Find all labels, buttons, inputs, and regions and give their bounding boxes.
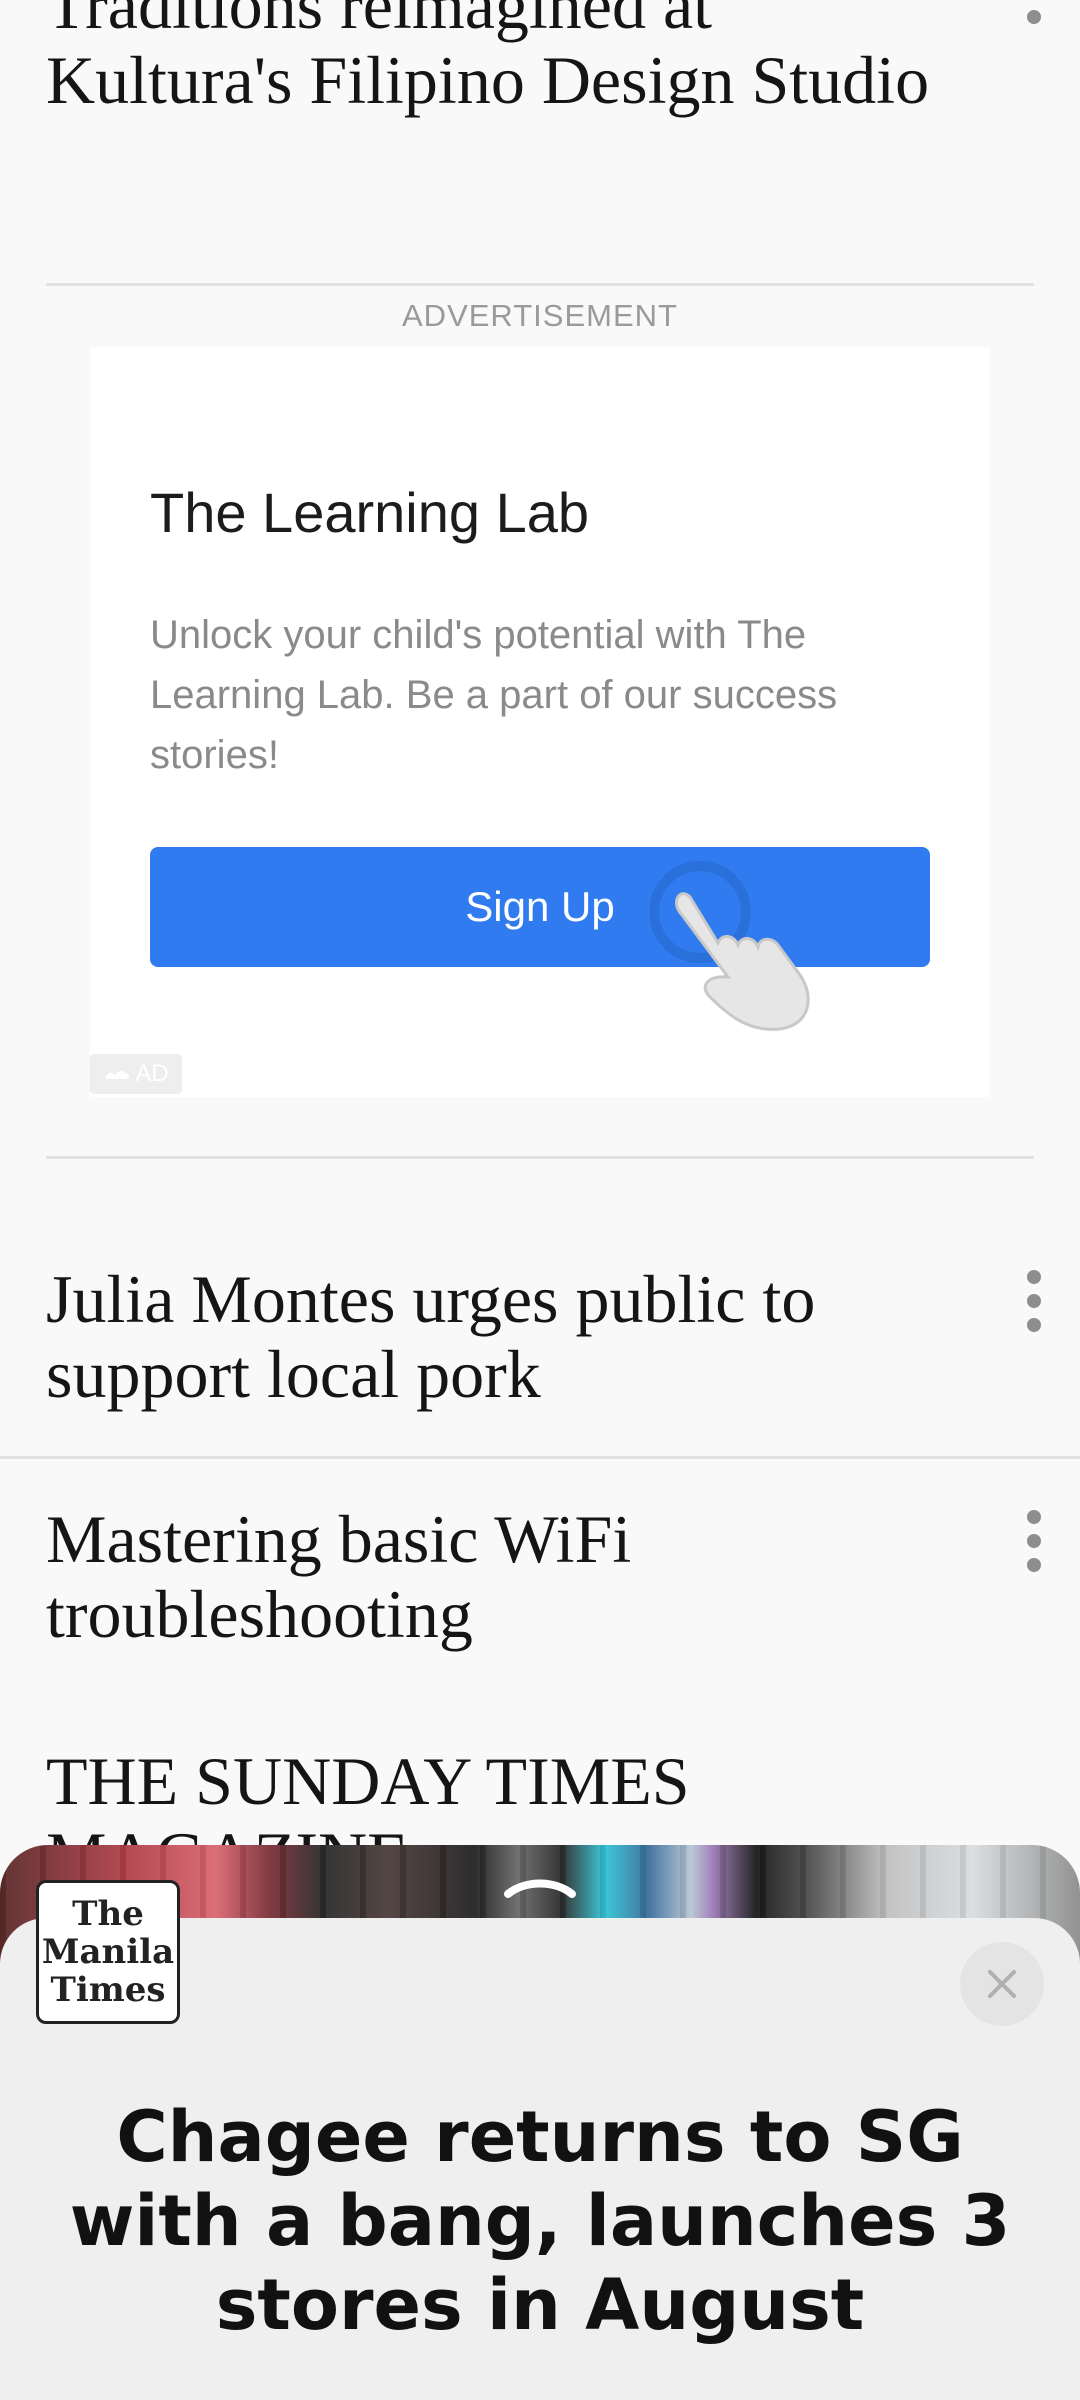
ad-card[interactable]: The Learning Lab Unlock your child's pot… [90,347,990,1097]
ad-badge: AD [90,1054,182,1094]
divider [46,283,1034,286]
more-options-icon[interactable] [1022,1270,1046,1332]
sheet-headline[interactable]: Chagee returns to SG with a bang, launch… [40,2095,1040,2347]
ad-badge-text: AD [135,1060,169,1087]
divider [0,1456,1080,1459]
article-title[interactable]: Julia Montes urges public to support loc… [46,1262,946,1412]
article-title-top[interactable]: Traditions reimagined at Kultura's Filip… [46,0,946,118]
more-options-icon[interactable] [1022,1510,1046,1572]
divider [46,1156,1034,1159]
logo-line: Manila [41,1932,175,1972]
article-title[interactable]: Mastering basic WiFi troubleshooting [46,1502,946,1652]
close-button[interactable] [960,1942,1044,2026]
ad-label: ADVERTISEMENT [402,298,678,333]
pointing-hand-icon [650,861,810,1031]
ad-heading: The Learning Lab [150,481,590,544]
more-options-icon[interactable] [1022,0,1046,24]
logo-line: The [72,1894,144,1934]
logo-line: Times [50,1970,166,2010]
ad-body: Unlock your child's potential with The L… [150,613,838,777]
publisher-logo: The Manila Times [36,1880,180,2024]
ad-network-icon [105,1070,130,1079]
close-icon [988,1970,1016,1998]
chevron-up-icon[interactable] [500,1870,580,1900]
